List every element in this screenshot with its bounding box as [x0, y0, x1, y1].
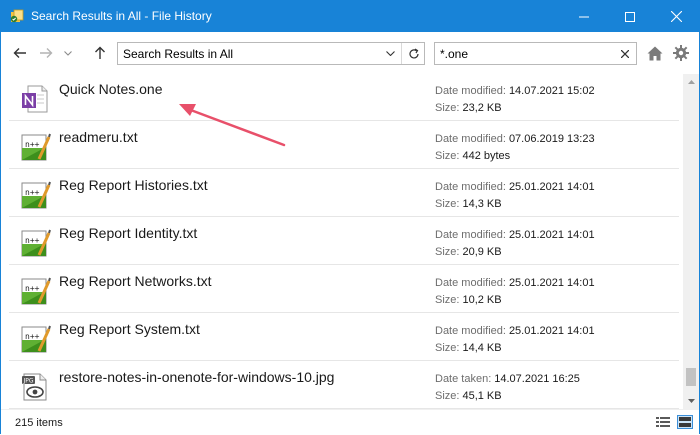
svg-text:n++: n++ — [25, 284, 40, 293]
up-button[interactable] — [90, 43, 110, 63]
address-text: Search Results in All — [123, 47, 234, 61]
maximize-button[interactable] — [607, 1, 653, 32]
svg-text:JPG: JPG — [23, 378, 34, 385]
file-name: Quick Notes.one — [59, 81, 163, 97]
up-arrow-icon — [95, 46, 105, 59]
refresh-icon — [408, 47, 419, 58]
chevron-down-icon — [687, 399, 695, 403]
file-size: Size: 442 bytes — [435, 150, 511, 162]
home-button[interactable] — [645, 43, 665, 63]
file-size: Size: 45,1 KB — [435, 390, 502, 402]
refresh-button[interactable] — [402, 43, 425, 64]
svg-text:n++: n++ — [25, 188, 40, 197]
file-size: Size: 14,4 KB — [435, 342, 502, 354]
forward-button[interactable] — [36, 43, 56, 63]
address-dropdown-button[interactable] — [380, 43, 400, 64]
notepadpp-file-icon: n++ — [21, 325, 51, 353]
chevron-down-icon — [385, 51, 395, 56]
search-results-list[interactable]: Quick Notes.one Date modified: 14.07.2021… — [1, 74, 683, 409]
forward-arrow-icon — [40, 48, 53, 58]
list-item[interactable]: n++ Reg Report Identity.txt Date modifie… — [9, 218, 679, 265]
clear-icon — [621, 50, 629, 58]
file-name: Reg Report System.txt — [59, 321, 200, 337]
list-item[interactable]: n++ readmeru.txt Date modified: 07.06.201… — [9, 122, 679, 169]
search-input[interactable]: *.one — [440, 47, 468, 61]
item-count: 215 items — [15, 417, 63, 429]
content-view-button[interactable] — [677, 415, 693, 429]
scroll-thumb[interactable] — [686, 368, 696, 386]
search-box[interactable]: *.one — [434, 42, 637, 65]
file-date: Date modified: 25.01.2021 14:01 — [435, 325, 595, 337]
scroll-up-button[interactable] — [683, 74, 699, 90]
chevron-down-icon — [64, 50, 72, 56]
gear-icon — [673, 45, 689, 61]
details-view-button[interactable] — [655, 415, 671, 429]
scroll-down-button[interactable] — [683, 393, 699, 409]
clear-search-button[interactable] — [615, 44, 635, 64]
jpg-file-icon: JPG — [22, 373, 47, 401]
list-item[interactable]: n++ Reg Report Histories.txt Date modifi… — [9, 170, 679, 217]
list-item[interactable]: JPG restore-notes-in-onenote-for-windows… — [9, 362, 679, 409]
file-name: Reg Report Identity.txt — [59, 225, 198, 241]
file-date: Date modified: 25.01.2021 14:01 — [435, 181, 595, 193]
file-size: Size: 10,2 KB — [435, 294, 502, 306]
notepadpp-file-icon: n++ — [21, 133, 51, 161]
recent-locations-button[interactable] — [61, 43, 75, 63]
content-view-icon — [679, 417, 691, 427]
navigation-bar: Search Results in All *.one — [1, 32, 699, 74]
status-bar: 215 items — [1, 409, 699, 434]
address-bar[interactable]: Search Results in All — [117, 42, 425, 65]
onenote-file-icon — [22, 85, 48, 113]
notepadpp-file-icon: n++ — [21, 277, 51, 305]
list-item[interactable]: n++ Reg Report System.txt Date modified:… — [9, 314, 679, 361]
close-button[interactable] — [653, 1, 699, 32]
file-date: Date modified: 07.06.2019 13:23 — [435, 133, 595, 145]
svg-text:n++: n++ — [25, 236, 40, 245]
title-bar[interactable]: Search Results in All - File History — [1, 1, 699, 32]
minimize-button[interactable] — [561, 1, 607, 32]
file-date: Date modified: 25.01.2021 14:01 — [435, 229, 595, 241]
file-size: Size: 23,2 KB — [435, 102, 502, 114]
svg-text:n++: n++ — [25, 140, 40, 149]
notepadpp-file-icon: n++ — [21, 181, 51, 209]
details-view-icon — [656, 417, 670, 427]
file-history-app-icon — [10, 9, 24, 23]
file-date: Date taken: 14.07.2021 16:25 — [435, 373, 580, 385]
chevron-up-icon — [687, 80, 695, 84]
back-arrow-icon — [13, 48, 26, 58]
vertical-scrollbar[interactable] — [683, 74, 699, 409]
svg-text:n++: n++ — [25, 332, 40, 341]
maximize-icon — [625, 11, 635, 22]
list-item[interactable]: Quick Notes.one Date modified: 14.07.2021… — [9, 74, 679, 121]
notepadpp-file-icon: n++ — [21, 229, 51, 257]
settings-button[interactable] — [671, 43, 691, 63]
home-icon — [647, 46, 663, 60]
list-item[interactable]: n++ Reg Report Networks.txt Date modifie… — [9, 266, 679, 313]
window-title: Search Results in All - File History — [31, 9, 212, 23]
back-button[interactable] — [10, 43, 30, 63]
close-icon — [670, 11, 682, 22]
file-name: readmeru.txt — [59, 129, 138, 145]
file-history-window: Search Results in All - File History Sea… — [0, 0, 700, 434]
minimize-icon — [579, 16, 589, 17]
file-size: Size: 20,9 KB — [435, 246, 502, 258]
file-date: Date modified: 25.01.2021 14:01 — [435, 277, 595, 289]
file-name: Reg Report Histories.txt — [59, 177, 208, 193]
file-date: Date modified: 14.07.2021 15:02 — [435, 85, 595, 97]
file-size: Size: 14,3 KB — [435, 198, 502, 210]
file-name: Reg Report Networks.txt — [59, 273, 212, 289]
file-name: restore-notes-in-onenote-for-windows-10.… — [59, 369, 335, 385]
